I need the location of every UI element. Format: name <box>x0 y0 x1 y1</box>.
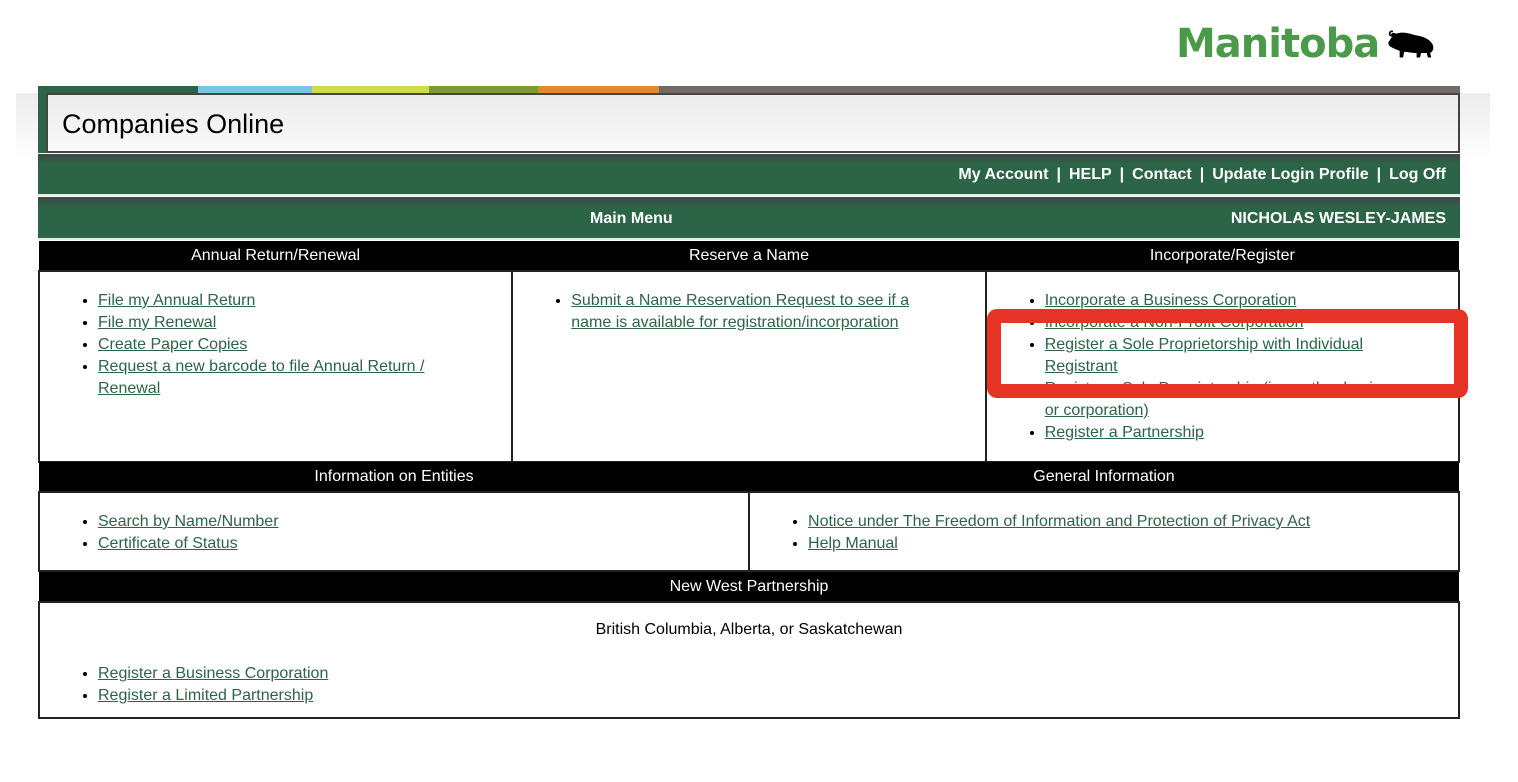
top-links-bar: My Account | HELP | Contact | Update Login Pro… <box>38 154 1460 196</box>
foippa-notice-link[interactable]: Notice under The Freedom of Information … <box>808 513 1310 530</box>
list-item: Incorporate a Non-Profit Corporation <box>1045 312 1418 334</box>
annual-return-section: File my Annual Return File my Renewal Cr… <box>37 270 514 463</box>
list-item: File my Renewal <box>98 312 511 334</box>
file-annual-return-link[interactable]: File my Annual Return <box>98 292 255 309</box>
app-title: Companies Online <box>46 93 1460 153</box>
list-item: Search by Name/Number <box>98 511 748 533</box>
register-limited-partnership-link[interactable]: Register a Limited Partnership <box>98 687 313 704</box>
information-entities-section: Search by Name/Number Certificate of Sta… <box>37 491 751 572</box>
list-item: Certificate of Status <box>98 533 748 555</box>
list-item: Submit a Name Reservation Request to see… <box>571 290 944 334</box>
separator: | <box>1376 166 1382 183</box>
update-login-profile-link[interactable]: Update Login Profile <box>1212 166 1368 183</box>
help-link[interactable]: HELP <box>1069 166 1112 183</box>
list-item: File my Annual Return <box>98 290 511 312</box>
bison-icon <box>1388 30 1434 58</box>
list-item: Register a Partnership <box>1045 422 1418 444</box>
list-item: Register a Sole Proprietorship with Indi… <box>1045 334 1418 378</box>
register-sole-proprietorship-individual-link[interactable]: Register a Sole Proprietorship with Indi… <box>1045 336 1363 375</box>
list-item: Request a new barcode to file Annual Ret… <box>98 356 511 400</box>
top-links: My Account | HELP | Contact | Update Login Pro… <box>958 166 1446 184</box>
logo-text: Manitoba <box>1176 21 1380 67</box>
help-manual-link[interactable]: Help Manual <box>808 535 898 552</box>
new-west-partnership-table: New West Partnership British Columbia, A… <box>38 572 1460 719</box>
separator: | <box>1199 166 1205 183</box>
section-header: New West Partnership <box>39 572 1459 602</box>
list-item: Register a Business Corporation <box>98 663 1458 685</box>
app-title-box: Companies Online <box>38 93 1460 153</box>
general-information-section: Notice under The Freedom of Information … <box>748 491 1460 572</box>
incorporate-non-profit-link[interactable]: Incorporate a Non-Profit Corporation <box>1045 314 1304 331</box>
name-reservation-link[interactable]: Submit a Name Reservation Request to see… <box>571 292 909 331</box>
register-sole-proprietorship-business-link[interactable]: Register a Sole Proprietorship (in anoth… <box>1045 380 1407 419</box>
register-business-corporation-link[interactable]: Register a Business Corporation <box>98 665 328 682</box>
list-item: Register a Sole Proprietorship (in anoth… <box>1045 378 1418 422</box>
list-item: Help Manual <box>808 533 1458 555</box>
list-item: Incorporate a Business Corporation <box>1045 290 1418 312</box>
section-header: Incorporate/Register <box>985 241 1459 271</box>
my-account-link[interactable]: My Account <box>958 166 1048 183</box>
manitoba-logo: Manitoba <box>1176 14 1436 74</box>
list-item: Create Paper Copies <box>98 334 511 356</box>
list-item: Register a Limited Partnership <box>98 685 1458 707</box>
request-barcode-link[interactable]: Request a new barcode to file Annual Ret… <box>98 358 424 397</box>
incorporate-business-corporation-link[interactable]: Incorporate a Business Corporation <box>1045 292 1297 309</box>
register-partnership-link[interactable]: Register a Partnership <box>1045 424 1204 441</box>
create-paper-copies-link[interactable]: Create Paper Copies <box>98 336 247 353</box>
sections-row-1: Annual Return/Renewal Reserve a Name Inc… <box>37 241 1461 463</box>
list-item: Notice under The Freedom of Information … <box>808 511 1458 533</box>
reserve-name-section: Submit a Name Reservation Request to see… <box>511 270 987 463</box>
new-west-subtitle: British Columbia, Alberta, or Saskatchew… <box>595 621 903 638</box>
section-header: Reserve a Name <box>512 241 986 271</box>
file-renewal-link[interactable]: File my Renewal <box>98 314 216 331</box>
user-name: NICHOLAS WESLEY-JAMES <box>1230 210 1446 227</box>
certificate-of-status-link[interactable]: Certificate of Status <box>98 535 238 552</box>
separator: | <box>1056 166 1061 183</box>
separator: | <box>1119 166 1125 183</box>
color-stripe <box>38 86 1460 93</box>
sections-row-2: Information on Entities General Informat… <box>37 462 1460 572</box>
incorporate-register-section: Incorporate a Business Corporation Incor… <box>984 270 1461 463</box>
section-header: General Information <box>749 462 1459 492</box>
main-menu-bar: Main Menu NICHOLAS WESLEY-JAMES <box>38 197 1460 240</box>
section-header: Annual Return/Renewal <box>39 241 513 271</box>
search-by-name-link[interactable]: Search by Name/Number <box>98 513 279 530</box>
section-header: Information on Entities <box>39 462 750 492</box>
main-menu-title: Main Menu <box>590 210 673 227</box>
new-west-partnership-section: British Columbia, Alberta, or Saskatchew… <box>38 601 1460 719</box>
contact-link[interactable]: Contact <box>1132 166 1192 183</box>
log-off-link[interactable]: Log Off <box>1389 166 1446 183</box>
